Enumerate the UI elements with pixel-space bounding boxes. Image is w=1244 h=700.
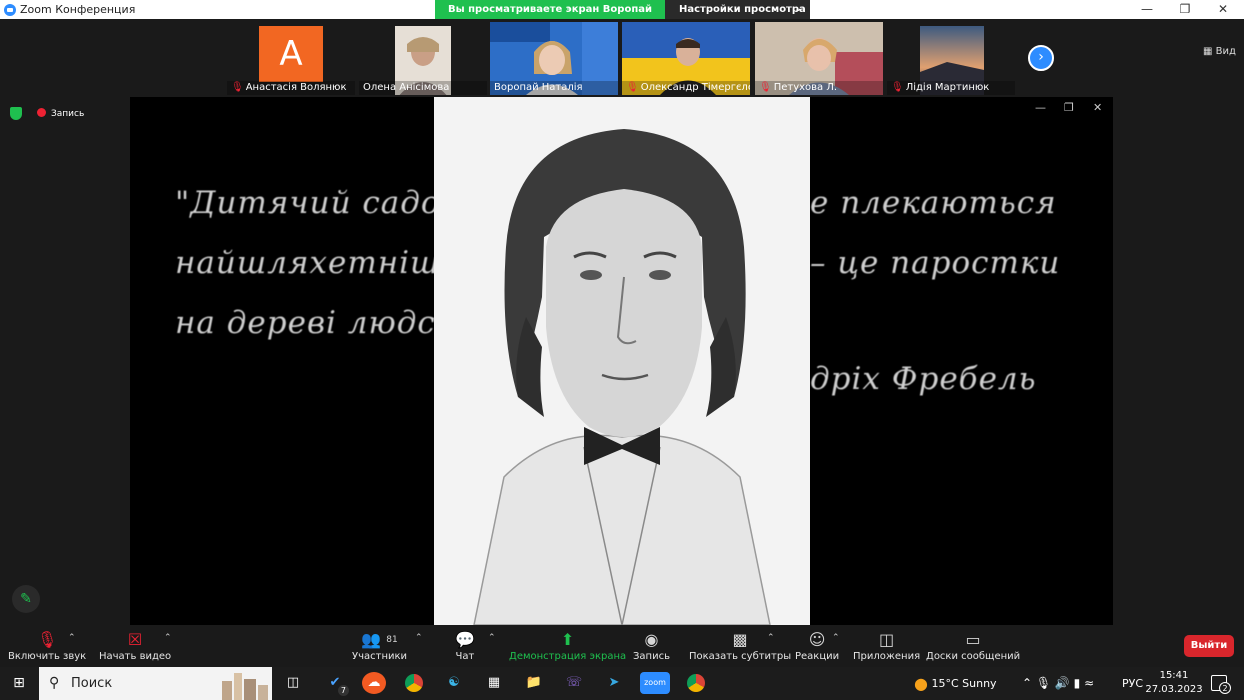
gallery-strip: A 🎙 Анастасія Волянюк Олена Анісімова Вор… (0, 19, 1244, 97)
close-button[interactable]: ✕ (1204, 0, 1242, 19)
cc-icon: ▩ (732, 630, 748, 649)
next-page-button[interactable]: › (1028, 45, 1054, 71)
chevron-down-icon: ⌄ (794, 4, 802, 14)
zoom-taskbar-icon[interactable]: zoom (640, 672, 670, 694)
edge-icon[interactable]: ☯ (442, 672, 466, 694)
participant-tile[interactable]: 🎙 Лідія Мартинюк (887, 22, 1015, 95)
language-indicator[interactable]: РУС (1122, 667, 1143, 700)
captions-button[interactable]: ▩ Показать субтитры (689, 630, 791, 663)
record-dot-icon (37, 108, 46, 117)
start-video-button[interactable]: ☒ Начать видео (99, 630, 171, 663)
search-icon: ⚲ (49, 675, 60, 691)
apps-button[interactable]: ◫ Приложения (853, 630, 920, 663)
todo-icon[interactable]: ✔ 7 (323, 672, 349, 696)
share-screen-button[interactable]: ⬆ Демонстрация экрана (509, 630, 626, 663)
participant-name: 🎙 Анастасія Волянюк (227, 81, 355, 95)
sun-icon: ● (914, 674, 928, 693)
chat-icon: 💬 (455, 630, 475, 649)
window-title: Zoom Конференция (20, 3, 136, 16)
soundcloud-icon[interactable]: ☁ (362, 672, 386, 694)
participant-name: Воропай Наталія (490, 81, 618, 95)
minimize-button[interactable]: — (1128, 0, 1166, 19)
whiteboards-button[interactable]: ▭ Доски сообщений (926, 630, 1020, 663)
participant-name: 🎙Олександр Тімергєлєєв (622, 81, 750, 95)
view-settings-label: Настройки просмотра (679, 4, 806, 15)
weather-widget[interactable]: ● 15°C Sunny (914, 667, 997, 700)
mic-muted-icon: 🎙 (231, 82, 244, 93)
quote-line: – це паростки (810, 245, 1061, 281)
telegram-icon[interactable]: ➤ (602, 672, 626, 694)
mic-muted-icon: 🎙 (891, 82, 904, 93)
participant-name: 🎙 Лідія Мартинюк (887, 81, 1015, 95)
reactions-options-caret[interactable]: ⌃ (832, 633, 840, 643)
search-highlight-icon (222, 673, 268, 700)
view-button[interactable]: ▦ Вид (1203, 46, 1236, 57)
avatar: A (259, 26, 323, 82)
video-options-caret[interactable]: ⌃ (164, 633, 172, 643)
zoom-logo-icon (4, 3, 16, 16)
participant-tile[interactable]: 🎙Олександр Тімергєлєєв (622, 22, 750, 95)
apps-icon: ◫ (878, 630, 895, 649)
popout-share-button[interactable]: ❐ (1064, 101, 1074, 114)
view-settings-button[interactable]: Настройки просмотра ⌄ (665, 0, 810, 19)
participant-name: 🎙 Петухова Л. (755, 81, 883, 95)
notifications-icon[interactable]: 2 (1211, 675, 1231, 694)
meeting-toolbar: 🎙 Включить звук ⌃ ☒ Начать видео ⌃ 👥 81 … (0, 625, 1244, 667)
close-share-button[interactable]: ✕ (1093, 101, 1102, 114)
recording-indicator[interactable]: Запись (37, 108, 84, 119)
participants-icon: 👥 81 (361, 630, 398, 649)
mic-muted-icon: 🎙 (626, 82, 639, 93)
audio-options-caret[interactable]: ⌃ (68, 633, 76, 643)
whiteboard-icon: ▭ (965, 630, 981, 649)
portrait-image (434, 97, 810, 625)
video-off-icon: ☒ (127, 630, 143, 649)
share-screen-icon: ⬆ (560, 630, 575, 649)
quote-line: "Дитячий садок (175, 185, 461, 221)
participant-name: Олена Анісімова (359, 81, 487, 95)
windows-start-icon[interactable]: ⊞ (0, 667, 38, 700)
grid-icon: ▦ (1203, 46, 1216, 57)
minimize-share-button[interactable]: — (1035, 101, 1046, 114)
leave-button[interactable]: Выйти (1184, 635, 1234, 657)
record-icon: ◉ (644, 630, 659, 649)
annotate-pencil-icon[interactable]: ✎ (12, 585, 40, 613)
viber-icon[interactable]: ☏ (562, 672, 586, 694)
chrome-icon[interactable] (402, 672, 426, 694)
participants-options-caret[interactable]: ⌃ (415, 633, 423, 643)
restore-button[interactable]: ❐ (1166, 0, 1204, 19)
chevron-right-icon: › (1038, 49, 1044, 65)
task-view-icon[interactable]: ◫ (281, 672, 305, 694)
chat-button[interactable]: 💬 Чат (455, 630, 475, 663)
participants-button[interactable]: 👥 81 Участники (352, 630, 407, 663)
captions-options-caret[interactable]: ⌃ (767, 633, 775, 643)
clock[interactable]: 15:41 27.03.2023 (1144, 669, 1204, 697)
shield-icon[interactable] (10, 107, 22, 120)
participant-tile[interactable]: A 🎙 Анастасія Волянюк (227, 22, 355, 95)
sharing-status: Вы просматриваете экран Воропай Наталія (435, 0, 665, 34)
record-button[interactable]: ◉ Запись (633, 630, 670, 663)
participant-tile[interactable]: Олена Анісімова (359, 22, 487, 95)
tray-icons[interactable]: ⌃ 🎙 🔊 ▮ ≈ (1022, 667, 1094, 700)
chrome-icon[interactable] (684, 672, 708, 694)
quote-line: дріх Фребель (810, 361, 1037, 397)
store-icon[interactable]: ▦ (482, 672, 506, 694)
quote-line: е плекаються (810, 185, 1057, 221)
shared-screen[interactable]: "Дитячий садок найшляхетніші р на дереві… (130, 97, 1113, 625)
participant-tile[interactable]: Воропай Наталія (490, 22, 618, 95)
windows-taskbar: ⊞ ⚲ Поиск ◫ ✔ 7 ☁ ☯ ▦ 📁 ☏ ➤ zoom ● 15°C S… (0, 667, 1244, 700)
chat-options-caret[interactable]: ⌃ (488, 633, 496, 643)
share-banner: Вы просматриваете экран Воропай Наталія … (435, 0, 810, 34)
participant-tile[interactable]: 🎙 Петухова Л. (755, 22, 883, 95)
folder-icon[interactable]: 📁 (522, 672, 546, 694)
mic-muted-icon: 🎙 (759, 82, 772, 93)
taskbar-search[interactable]: ⚲ Поиск (39, 667, 272, 700)
